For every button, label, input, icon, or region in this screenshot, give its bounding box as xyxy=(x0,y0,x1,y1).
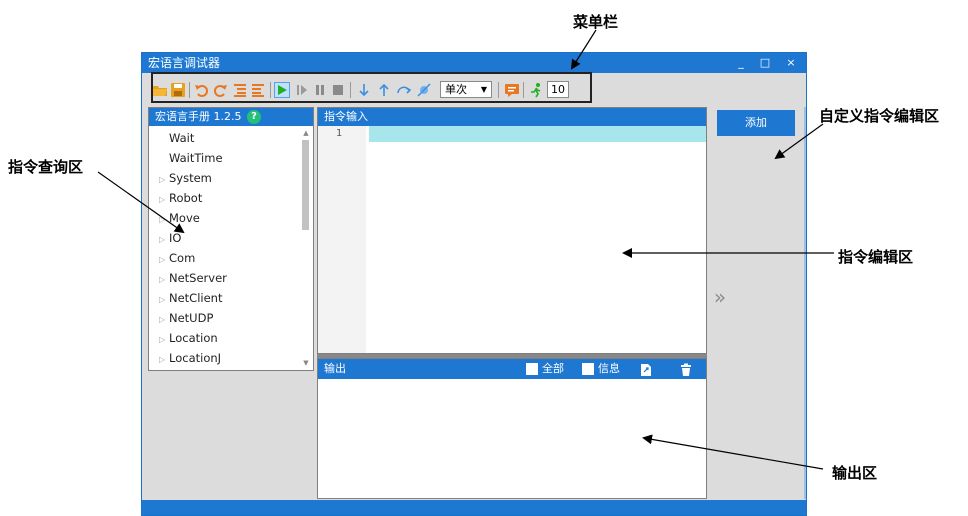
manual-scrollbar[interactable]: ▲ ▼ xyxy=(300,126,312,370)
add-button[interactable]: 添加 xyxy=(717,110,795,136)
expand-triangle-icon[interactable]: ▷ xyxy=(159,250,169,270)
export-file-icon[interactable] xyxy=(640,362,652,376)
window-title: 宏语言调试器 xyxy=(148,56,221,70)
expand-triangle-icon[interactable]: ▷ xyxy=(159,190,169,210)
annotation-output-area: 输出区 xyxy=(832,464,878,482)
expand-triangle-icon[interactable]: ▷ xyxy=(159,350,169,370)
tree-item-wait[interactable]: Wait xyxy=(169,128,194,148)
annotation-menu-bar: 菜单栏 xyxy=(573,13,619,31)
title-bar: 宏语言调试器 _ □ × xyxy=(142,53,806,73)
manual-header: 宏语言手册 1.2.5 ? xyxy=(149,108,313,126)
manual-panel: 宏语言手册 1.2.5 ? Wait WaitTime ▷ System ▷ Rob… xyxy=(148,107,314,371)
tree-item-netclient[interactable]: ▷ NetClient xyxy=(159,288,222,308)
tree-item-label: LocationJ xyxy=(169,351,222,365)
tree-item-label: Move xyxy=(169,211,200,225)
annotation-custom-area: 自定义指令编辑区 xyxy=(819,107,940,125)
tree-item-robot[interactable]: ▷ Robot xyxy=(159,188,202,208)
tree-item-label: NetUDP xyxy=(169,311,214,325)
manual-title: 宏语言手册 1.2.5 xyxy=(155,110,242,123)
tree-item-label: Location xyxy=(169,331,218,345)
filter-info-checkbox[interactable] xyxy=(582,363,594,375)
maximize-button[interactable]: □ xyxy=(756,54,774,71)
minimize-button[interactable]: _ xyxy=(732,54,750,71)
tree-item-label: System xyxy=(169,171,212,185)
tree-item-label: Wait xyxy=(169,131,195,145)
scroll-up-icon[interactable]: ▲ xyxy=(301,128,311,138)
tree-item-netserver[interactable]: ▷ NetServer xyxy=(159,268,227,288)
menu-bar-frame xyxy=(151,72,592,103)
tree-item-io[interactable]: ▷ IO xyxy=(159,228,181,248)
status-bar xyxy=(142,500,806,515)
command-tree: Wait WaitTime ▷ System ▷ Robot ▷ Move ▷ IO ▷… xyxy=(149,126,299,370)
annotation-edit-area: 指令编辑区 xyxy=(838,248,914,266)
editor-header: 指令输入 xyxy=(318,108,706,126)
filter-info-label: 信息 xyxy=(598,362,620,375)
expand-triangle-icon[interactable]: ▷ xyxy=(159,170,169,190)
line-gutter: 1 xyxy=(318,126,366,353)
tree-item-waittime[interactable]: WaitTime xyxy=(169,148,223,168)
tree-item-label: Robot xyxy=(169,191,203,205)
tree-item-label: NetServer xyxy=(169,271,227,285)
expand-panel-icon[interactable]: » xyxy=(708,285,732,309)
tree-item-label: WaitTime xyxy=(169,151,223,165)
scroll-down-icon[interactable]: ▼ xyxy=(301,358,311,368)
output-header: 输出 全部 信息 xyxy=(318,359,706,379)
annotation-query-area: 指令查询区 xyxy=(8,158,84,176)
current-line-highlight[interactable] xyxy=(369,126,706,142)
tree-item-com[interactable]: ▷ Com xyxy=(159,248,195,268)
panel-border xyxy=(804,107,806,499)
line-number: 1 xyxy=(336,128,343,139)
tree-item-label: NetClient xyxy=(169,291,223,305)
trash-icon[interactable] xyxy=(680,362,692,376)
close-button[interactable]: × xyxy=(782,54,800,71)
expand-triangle-icon[interactable]: ▷ xyxy=(159,270,169,290)
output-panel: 输出 全部 信息 xyxy=(317,358,707,499)
command-editor: 指令输入 1 xyxy=(317,107,707,354)
tree-item-location[interactable]: ▷ Location xyxy=(159,328,218,348)
tree-item-label: Com xyxy=(169,251,196,265)
expand-triangle-icon[interactable]: ▷ xyxy=(159,330,169,350)
filter-all-label: 全部 xyxy=(542,362,564,375)
tree-item-label: IO xyxy=(169,231,182,245)
scrollbar-thumb[interactable] xyxy=(302,140,309,230)
app-window: 宏语言调试器 _ □ × 单次 ▼ 10 宏语言手册 1.2.5 ? Wait … xyxy=(141,52,807,516)
expand-triangle-icon[interactable]: ▷ xyxy=(159,210,169,230)
tree-item-system[interactable]: ▷ System xyxy=(159,168,212,188)
filter-all-checkbox[interactable] xyxy=(526,363,538,375)
expand-triangle-icon[interactable]: ▷ xyxy=(159,310,169,330)
tree-item-netudp[interactable]: ▷ NetUDP xyxy=(159,308,213,328)
tree-item-locationj[interactable]: ▷ LocationJ xyxy=(159,348,221,368)
help-icon[interactable]: ? xyxy=(247,110,261,124)
editor-title: 指令输入 xyxy=(324,110,368,123)
tree-item-move[interactable]: ▷ Move xyxy=(159,208,200,228)
expand-triangle-icon[interactable]: ▷ xyxy=(159,290,169,310)
expand-triangle-icon[interactable]: ▷ xyxy=(159,230,169,250)
output-title: 输出 xyxy=(324,362,346,375)
